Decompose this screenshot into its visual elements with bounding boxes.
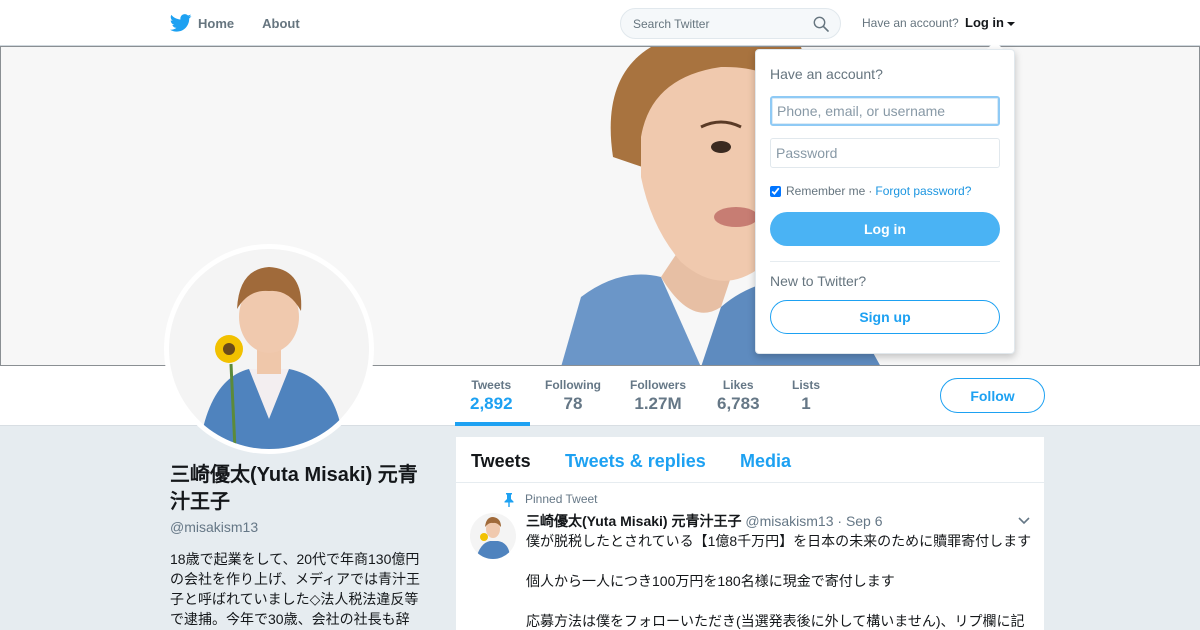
stat-tweets[interactable]: Tweets 2,892 [470, 378, 513, 414]
stat-following[interactable]: Following 78 [545, 378, 601, 414]
remember-me-checkbox[interactable] [770, 185, 781, 197]
twitter-bird-icon[interactable] [170, 14, 192, 32]
login-label: Log in [965, 15, 1004, 30]
login-dropdown-toggle[interactable]: Log in [965, 15, 1015, 30]
chevron-down-icon[interactable] [1018, 517, 1030, 525]
password-field[interactable] [770, 138, 1000, 168]
stat-label: Lists [792, 378, 821, 392]
tweet-avatar[interactable] [470, 513, 516, 559]
separator-dot: · [868, 184, 873, 198]
login-dropdown: Have an account? Remember me · Forgot pa… [755, 49, 1015, 354]
pin-icon [504, 493, 514, 507]
top-navigation-bar: Home About Have an account? Log in [0, 0, 1200, 46]
search-box [620, 8, 841, 39]
stat-value: 1.27M [634, 394, 682, 413]
caret-down-icon [1007, 21, 1015, 26]
new-to-twitter-text: New to Twitter? [770, 273, 867, 289]
nav-home-link[interactable]: Home [198, 16, 234, 31]
dropdown-title: Have an account? [770, 66, 883, 82]
tweet-date[interactable]: Sep 6 [846, 513, 883, 529]
tab-media[interactable]: Media [740, 451, 791, 472]
stat-label: Followers [630, 378, 687, 392]
stat-label: Tweets [471, 378, 512, 392]
stat-likes[interactable]: Likes 6,783 [717, 378, 760, 414]
dropdown-caret [987, 41, 1003, 49]
stat-value: 78 [563, 394, 583, 413]
nav-left: Home About [170, 0, 328, 46]
profile-bio: 18歳で起業をして、20代で年商130億円の会社を作り上げ、メディアでは青汁王子… [170, 551, 421, 627]
tweet-header: 三崎優太(Yuta Misaki) 元青汁王子 @misakism13 · Se… [526, 511, 883, 531]
tweet-line: 僕が脱税したとされている【1億8千万円】を日本の未来のために贖罪寄付します [526, 533, 1032, 549]
stat-lists[interactable]: Lists 1 [792, 378, 820, 414]
login-button[interactable]: Log in [770, 212, 1000, 246]
tweet-line: 応募方法は僕をフォローいただき(当選発表後に外して構いません)、リプ欄に記 [526, 613, 1025, 629]
tab-tweets-replies[interactable]: Tweets & replies [565, 451, 706, 472]
remember-row: Remember me · Forgot password? [770, 184, 971, 198]
stat-value: 1 [801, 394, 811, 413]
search-icon[interactable] [813, 16, 829, 32]
tweet-dot: · [837, 513, 843, 529]
profile-handle[interactable]: @misakism13 [170, 519, 258, 535]
have-account-text: Have an account? [862, 16, 959, 30]
signup-button[interactable]: Sign up [770, 300, 1000, 334]
nav-about-link[interactable]: About [262, 16, 300, 31]
dropdown-divider [770, 261, 1000, 262]
profile-avatar[interactable] [164, 244, 374, 454]
profile-name: 三崎優太(Yuta Misaki) 元青汁王子 [170, 464, 418, 513]
pinned-tweet-label: Pinned Tweet [525, 492, 598, 506]
avatar-photo [169, 249, 369, 449]
username-field[interactable] [770, 96, 1000, 126]
remember-me-label[interactable]: Remember me [786, 184, 865, 198]
tweet-avatar-photo [470, 513, 516, 559]
stat-followers[interactable]: Followers 1.27M [630, 378, 686, 414]
forgot-password-link[interactable]: Forgot password? [875, 184, 971, 198]
stat-value: 2,892 [470, 394, 513, 413]
tweet-author-handle[interactable]: @misakism13 [745, 513, 833, 529]
timeline: Tweets Tweets & replies Media Pinned Twe… [456, 437, 1044, 630]
tweet-text: 僕が脱税したとされている【1億8千万円】を日本の未来のために贖罪寄付します 個人… [526, 531, 1038, 630]
stat-value: 6,783 [717, 394, 760, 413]
stat-label: Likes [722, 378, 754, 392]
active-stat-underline [455, 422, 530, 426]
tweet-author-name[interactable]: 三崎優太(Yuta Misaki) 元青汁王子 [526, 513, 741, 529]
search-input[interactable] [621, 9, 801, 38]
timeline-tabs: Tweets Tweets & replies Media [456, 437, 1044, 483]
tweet-line: 個人から一人につき100万円を180名様に現金で寄付します [526, 573, 895, 589]
stat-label: Following [545, 378, 601, 392]
tab-tweets[interactable]: Tweets [471, 451, 531, 472]
follow-button[interactable]: Follow [940, 378, 1045, 413]
